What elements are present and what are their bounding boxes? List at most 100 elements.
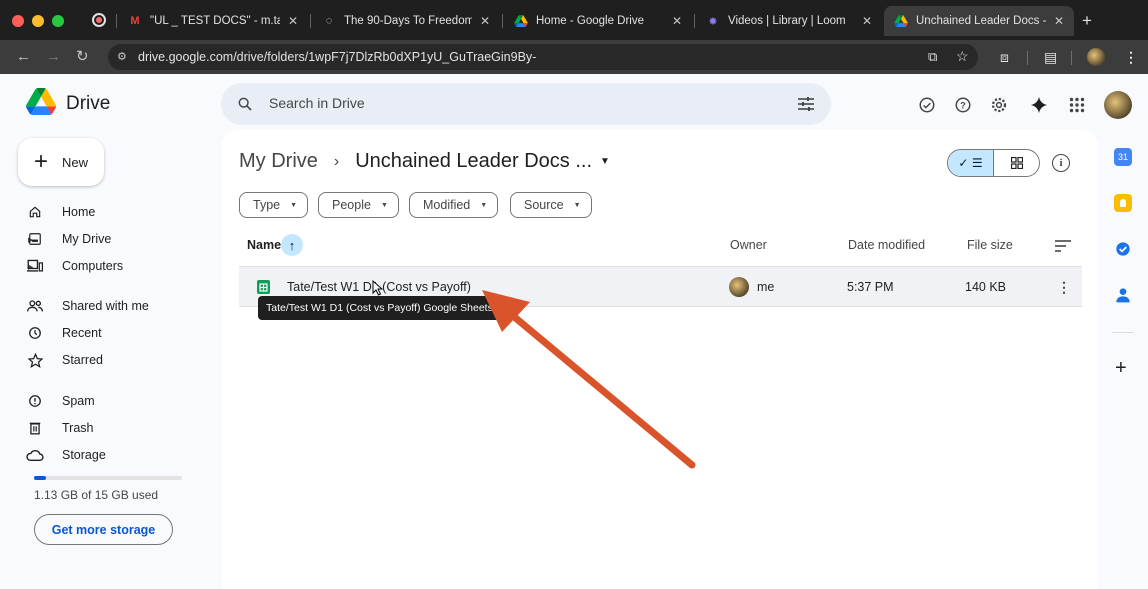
record-icon[interactable] [92,13,106,27]
more-actions-icon[interactable]: ⋮ [1057,278,1071,296]
maximize-window-button[interactable] [52,15,64,27]
tab-title: Home - Google Drive [536,15,645,27]
storage-usage-fill [34,476,46,480]
install-app-icon[interactable]: ⧉ [928,49,937,65]
column-header-name[interactable]: Name [247,238,281,252]
sidebar-item-computers[interactable]: Computers [26,256,123,276]
filter-modified-chip[interactable]: Modified ▼ [409,192,499,218]
sidebar-item-spam[interactable]: Spam [26,391,95,411]
drive-icon [894,14,908,28]
close-tab-icon[interactable]: ✕ [288,14,298,28]
calendar-icon[interactable]: 31 [1114,148,1132,166]
new-tab-button[interactable]: + [1082,11,1092,31]
file-size: 140 KB [965,280,1007,294]
sidebar-item-my-drive[interactable]: My Drive [26,229,111,249]
minimize-window-button[interactable] [32,15,44,27]
search-icon[interactable] [237,96,253,112]
close-tab-icon[interactable]: ✕ [1054,14,1064,28]
sidebar-item-label: Spam [62,394,95,408]
close-tab-icon[interactable]: ✕ [862,14,872,28]
account-avatar[interactable] [1104,91,1132,119]
reload-button[interactable]: ↻ [76,48,89,66]
sidebar-item-label: Computers [62,259,124,273]
folder-menu-dropdown-icon[interactable]: ▼ [600,156,610,167]
file-owner: me [757,280,775,294]
filter-label: Modified [423,198,471,212]
column-header-date-modified[interactable]: Date modified [848,238,925,252]
sidebar-item-label: Recent [62,326,102,340]
sidebar-item-starred[interactable]: Starred [26,350,103,370]
gemini-sparkle-icon[interactable] [1028,94,1050,116]
gmail-icon: M [130,15,140,27]
search-input[interactable] [269,95,769,111]
tasks-icon[interactable] [1114,240,1132,258]
back-button[interactable]: ← [16,48,31,66]
address-bar[interactable]: ⚙ drive.google.com/drive/folders/1wpF7j7… [108,44,978,70]
home-icon [26,203,44,221]
sidebar-item-label: Home [62,205,96,219]
apps-grid-icon[interactable] [1066,94,1088,116]
sidebar-item-trash[interactable]: Trash [26,418,94,438]
site-settings-icon[interactable]: ⚙ [117,50,127,63]
sidebar-item-label: Storage [62,448,106,462]
tab-unchained-leader-docs[interactable]: Unchained Leader Docs - Y ✕ [884,6,1074,36]
browser-menu-icon[interactable]: ⋮ [1124,49,1138,65]
settings-gear-icon[interactable] [988,94,1010,116]
filter-label: Source [524,198,564,212]
contacts-icon[interactable] [1114,286,1132,304]
grid-view-button[interactable] [994,150,1039,176]
close-tab-icon[interactable]: ✕ [672,14,682,28]
sidebar-item-home[interactable]: Home [26,202,95,222]
filter-source-chip[interactable]: Source ▼ [510,192,592,218]
filter-people-chip[interactable]: People ▼ [318,192,399,218]
sidebar-item-label: Shared with me [62,299,149,313]
tab-gmail[interactable]: M "UL _ TEST DOCS" - m.tate ✕ [118,6,308,36]
search-bar[interactable] [221,83,831,125]
tab-title: "UL _ TEST DOCS" - m.tate [150,15,280,27]
extensions-icon[interactable]: ⧈ [1000,49,1009,65]
sidebar-item-label: Trash [62,421,94,435]
tab-loom[interactable]: ✸ Videos | Library | Loom ✕ [696,6,882,36]
browser-toolbar: ← → ↻ ⚙ drive.google.com/drive/folders/1… [0,40,1148,74]
keep-icon[interactable] [1114,194,1132,212]
plus-icon: + [34,148,49,175]
profile-avatar[interactable] [1087,48,1105,66]
tab-title: Videos | Library | Loom [728,15,846,27]
forward-button[interactable]: → [46,48,61,66]
url-text[interactable]: drive.google.com/drive/folders/1wpF7j7Dl… [138,50,536,64]
trash-icon [26,419,44,437]
breadcrumb-current-folder[interactable]: Unchained Leader Docs ... [355,150,592,173]
close-window-button[interactable] [12,15,24,27]
list-icon: ☰ [971,156,983,170]
get-more-storage-button[interactable]: Get more storage [34,514,173,545]
drive-icon [514,14,528,28]
offline-status-icon[interactable] [916,94,938,116]
tab-90-days[interactable]: ◌ The 90-Days To Freedom ✕ [312,6,500,36]
new-button[interactable]: + New [18,138,104,186]
add-addon-button[interactable]: + [1115,358,1127,378]
breadcrumb-my-drive[interactable]: My Drive [239,150,318,173]
bookmark-star-icon[interactable]: ☆ [956,48,969,65]
close-tab-icon[interactable]: ✕ [480,14,490,28]
column-header-owner[interactable]: Owner [730,238,767,252]
annotation-arrow-icon [482,290,696,469]
filter-type-chip[interactable]: Type ▼ [239,192,309,218]
help-icon[interactable]: ? [952,94,974,116]
sidebar-item-storage[interactable]: Storage [26,445,106,465]
grid-icon [1010,157,1023,169]
sort-ascending-arrow-icon[interactable]: ↑ [281,234,303,256]
list-view-button[interactable]: ✓ ☰ [948,150,994,176]
dropdown-arrow-icon: ▼ [480,201,488,209]
sidebar-item-shared[interactable]: Shared with me [26,296,149,316]
sort-options-icon[interactable] [1055,240,1071,252]
reading-list-icon[interactable]: ▤ [1044,49,1057,65]
sidebar-item-recent[interactable]: Recent [26,323,102,343]
tab-drive-home[interactable]: Home - Google Drive ✕ [504,6,692,36]
drive-app: Drive ? + New Home ▶ My Drive ▶ Computer… [0,74,1148,589]
search-options-icon[interactable] [797,96,815,112]
drive-logo-icon[interactable] [26,88,57,120]
sidebar-item-label: Starred [62,353,103,367]
column-header-file-size[interactable]: File size [967,238,1013,252]
info-icon[interactable]: i [1052,154,1070,172]
app-name[interactable]: Drive [66,93,110,115]
